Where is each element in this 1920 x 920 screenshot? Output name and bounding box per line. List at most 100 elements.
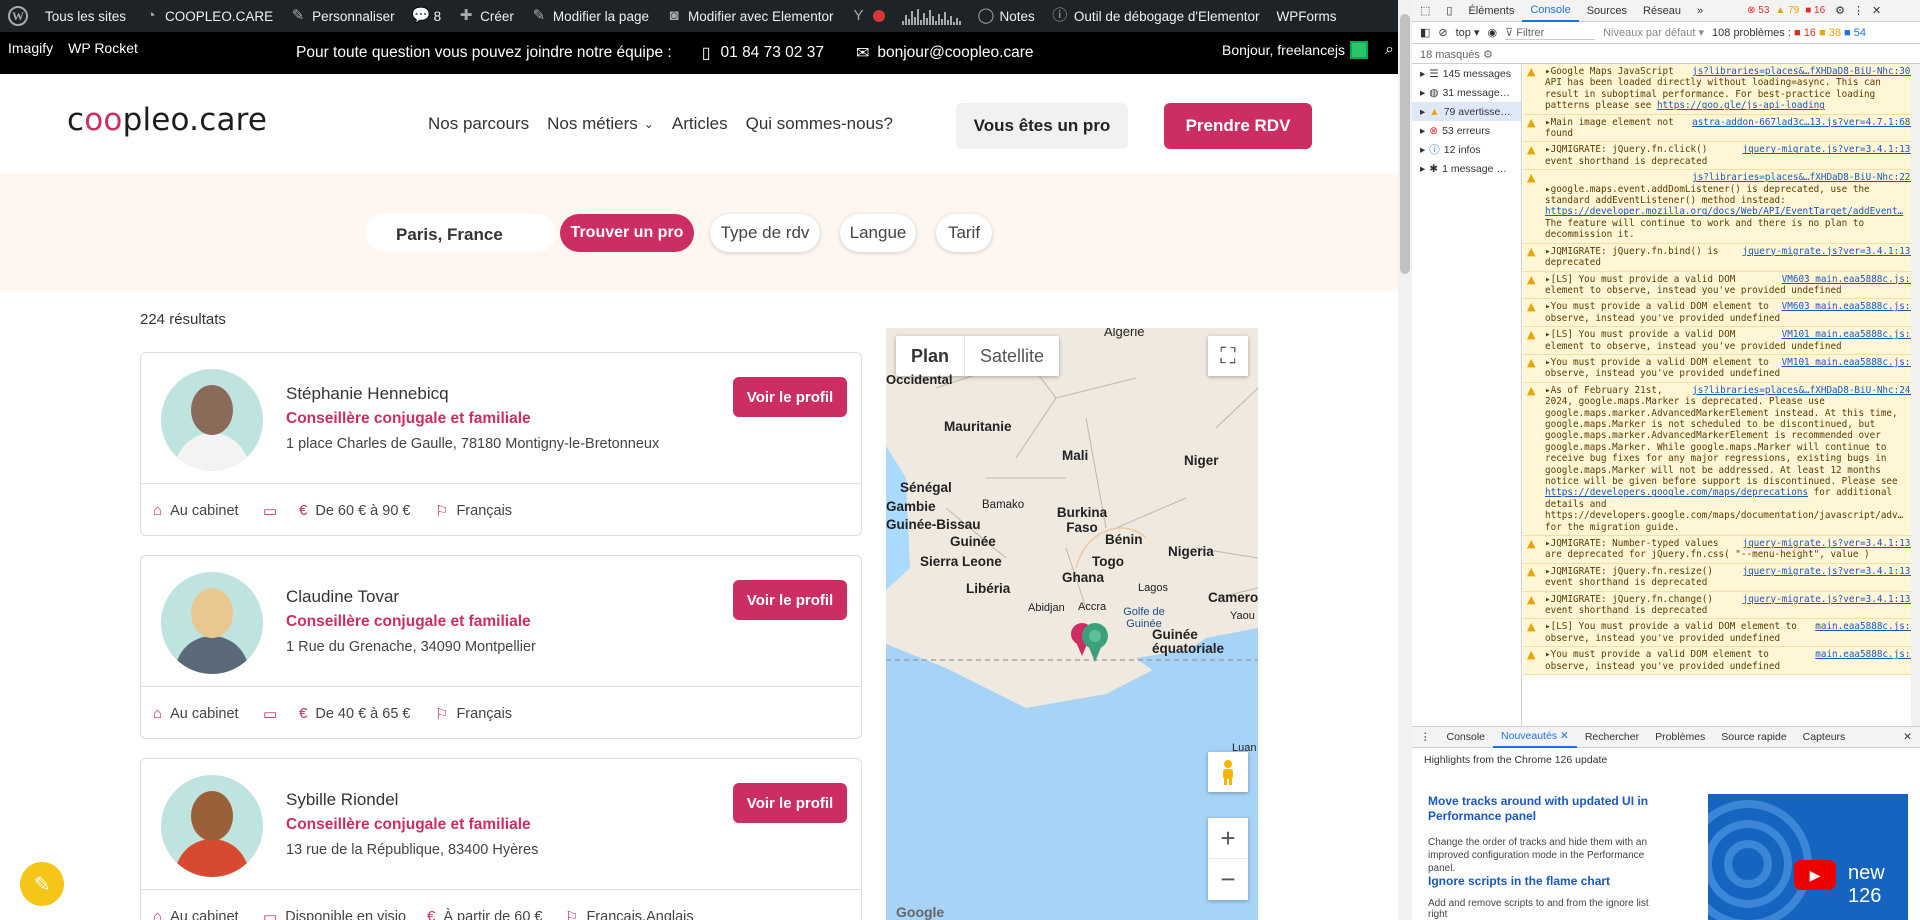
news-heading[interactable]: Ignore scripts in the flame chart (1428, 874, 1610, 888)
view-profile-button[interactable]: Voir le profil (733, 580, 847, 620)
error-count-badge[interactable]: ⊗ 53 (1747, 5, 1769, 16)
log-entry[interactable]: ▲ astra-addon-667lad3c…13.js?ver=4.7.1:68… (1523, 114, 1920, 143)
close-icon[interactable]: ✕ (1895, 726, 1920, 748)
admin-item-customize[interactable]: ✎ Personnaliser (290, 0, 395, 32)
phone-number[interactable]: 01 84 73 02 37 (721, 44, 824, 62)
settings-gear-icon[interactable]: ⚙ (1483, 49, 1493, 61)
admin-item-yoast[interactable]: Y (851, 0, 885, 32)
log-entry[interactable]: ▲ jquery-migrate.js?ver=3.4.1:136 ▸JQMIGRA… (1523, 536, 1920, 564)
admin-item-edit-page[interactable]: ✎ Modifier la page (531, 0, 649, 32)
search-icon[interactable]: ⌕ (1385, 41, 1394, 59)
book-appointment-button[interactable]: Prendre RDV (1164, 103, 1312, 149)
map-panel[interactable]: Plan Satellite ⛶ Algérie Occidental Maur… (886, 328, 1258, 920)
kebab-menu-icon[interactable]: ⋮ (1853, 4, 1864, 17)
settings-gear-icon[interactable]: ⚙ (1835, 4, 1845, 17)
filter-language[interactable]: Langue (840, 214, 916, 252)
drawer-tab-quick-source[interactable]: Source rapide (1713, 726, 1794, 748)
admin-item-elementor-debug[interactable]: ⓘ Outil de débogage d'Elementor (1052, 0, 1259, 32)
find-pro-button[interactable]: Trouver un pro (560, 214, 694, 252)
admin-item-comments[interactable]: 💬 8 (412, 0, 442, 32)
imagify-link[interactable]: Imagify (8, 40, 53, 56)
sidebar-item-errors[interactable]: ▸ ⊗ 53 erreurs (1412, 121, 1521, 140)
issue-count-badge[interactable]: ■ 16 (1805, 5, 1825, 16)
log-entry[interactable]: ▲ js?libraries=places&…fXHDaD8-BiU-Nhc:24… (1523, 382, 1920, 537)
sidebar-item-verbose[interactable]: ▸ ✱ 1 message … (1412, 159, 1521, 178)
eye-icon[interactable]: ◉ (1488, 26, 1498, 39)
log-entry[interactable]: ▲ jquery-migrate.js?ver=3.4.1:136 ▸JQMIGRA… (1523, 591, 1920, 620)
nav-parcours[interactable]: Nos parcours (428, 114, 529, 134)
admin-item-notes[interactable]: ◯ Notes (978, 0, 1035, 32)
drawer-tab-console[interactable]: Console (1439, 726, 1494, 748)
drawer-tab-sensors[interactable]: Capteurs (1795, 726, 1854, 748)
log-entry[interactable]: ▲ js?libraries=places&…fXHDaD8-BiU-Nhc:22… (1523, 170, 1920, 244)
drawer-tab-search[interactable]: Rechercher (1577, 726, 1647, 748)
inspect-icon[interactable]: ⬚ (1412, 0, 1438, 22)
chat-fab[interactable]: ✎ (20, 862, 64, 906)
pro-name[interactable]: Claudine Tovar (286, 587, 399, 607)
context-select[interactable]: top ▾ (1456, 26, 1480, 39)
scrollbar-thumb[interactable] (1400, 14, 1410, 274)
log-entry[interactable]: ▲ jquery-migrate.js?ver=3.4.1:136 ▸JQMIGRA… (1523, 243, 1920, 272)
log-entry[interactable]: ▲ main.eaa5888c.js:2 ▸[LS] You must provid… (1523, 619, 1920, 648)
more-tabs-icon[interactable]: » (1689, 0, 1711, 22)
drawer-tab-whats-new[interactable]: Nouveautés ✕ (1493, 726, 1577, 748)
nav-articles[interactable]: Articles (672, 114, 728, 134)
log-entry[interactable]: ▲ jquery-migrate.js?ver=3.4.1:136 ▸JQMIGRA… (1523, 563, 1920, 592)
close-icon[interactable]: ✕ (1872, 4, 1881, 17)
tab-elements[interactable]: Éléments (1460, 0, 1522, 22)
filter-input[interactable]: ⊽ Filtrer (1505, 26, 1596, 40)
tab-sources[interactable]: Sources (1579, 0, 1635, 22)
console-scrollbar[interactable] (1911, 64, 1920, 726)
pro-button[interactable]: Vous êtes un pro (956, 103, 1128, 149)
wp-logo-item[interactable]: W (8, 0, 28, 32)
map-tab-plan[interactable]: Plan (896, 336, 964, 376)
wp-rocket-link[interactable]: WP Rocket (68, 40, 138, 56)
page-scrollbar[interactable] (1398, 0, 1412, 920)
log-entry[interactable]: ▲ js?libraries=places&…fXHDaD8-BiU-Nhc:30… (1523, 64, 1920, 115)
admin-item-new[interactable]: ✚ Créer (458, 0, 514, 32)
view-profile-button[interactable]: Voir le profil (733, 377, 847, 417)
play-icon[interactable]: ▶ (1794, 860, 1836, 890)
admin-item-elementor[interactable]: ◙ Modifier avec Elementor (666, 0, 833, 32)
sidebar-toggle-icon[interactable]: ◧ (1420, 26, 1430, 39)
news-heading[interactable]: Move tracks around with updated UI in Pe… (1428, 794, 1668, 824)
admin-item-wpforms[interactable]: WPForms (1277, 0, 1337, 32)
admin-item-all-sites[interactable]: Tous les sites (45, 0, 126, 32)
pro-name[interactable]: Sybille Riondel (286, 790, 398, 810)
nav-about[interactable]: Qui sommes-nous? (746, 114, 893, 134)
pro-name[interactable]: Stéphanie Hennebicq (286, 384, 449, 404)
problems-counter[interactable]: 108 problèmes : ■ 16 ■ 38 ■ 54 (1712, 27, 1866, 39)
device-toggle-icon[interactable]: ▯ (1438, 0, 1460, 22)
sidebar-item-messages[interactable]: ▸ ☰ 145 messages (1412, 64, 1521, 83)
email-address[interactable]: bonjour@coopleo.care (877, 44, 1033, 62)
sidebar-item-info[interactable]: ▸ ⓘ 12 infos (1412, 140, 1521, 159)
tab-network[interactable]: Réseau (1635, 0, 1689, 22)
filter-price[interactable]: Tarif (936, 214, 992, 252)
drawer-menu-icon[interactable]: ⋮ (1412, 726, 1439, 748)
close-icon[interactable]: ✕ (1560, 730, 1569, 742)
zoom-out-button[interactable]: − (1208, 859, 1248, 900)
log-entry[interactable]: ▲ jquery-migrate.js?ver=3.4.1:136 ▸JQMIGRA… (1523, 142, 1920, 171)
nav-metiers[interactable]: Nos métiers ⌄ (547, 114, 654, 134)
levels-select[interactable]: Niveaux par défaut ▾ (1603, 26, 1704, 39)
zoom-in-button[interactable]: + (1208, 818, 1248, 859)
user-greeting[interactable]: Bonjour, freelancejs ⌕ (1222, 41, 1394, 59)
log-entry[interactable]: ▲ main.eaa5888c.js:2 ▸You must provide a v… (1523, 647, 1920, 676)
log-entry[interactable]: ▲ VM101 main.eaa5888c.js:2 ▸[LS] You must … (1523, 327, 1920, 355)
warning-count-badge[interactable]: ▲ 79 (1775, 5, 1799, 16)
filter-type-rdv[interactable]: Type de rdv (710, 214, 820, 252)
admin-item-query-monitor[interactable] (901, 0, 961, 32)
tab-console[interactable]: Console (1522, 0, 1579, 22)
view-profile-button[interactable]: Voir le profil (733, 783, 847, 823)
promo-video[interactable]: ▶ new 126 (1708, 794, 1908, 920)
log-entry[interactable]: ▲ VM603 main.eaa5888c.js:2 ▸[LS] You must … (1523, 271, 1920, 300)
location-input[interactable]: Paris, France (366, 214, 556, 252)
drawer-tab-issues[interactable]: Problèmes (1647, 726, 1713, 748)
fullscreen-icon[interactable]: ⛶ (1208, 336, 1248, 376)
map-tab-satellite[interactable]: Satellite (964, 336, 1059, 376)
admin-item-site[interactable]: ◔ COOPLEO.CARE (143, 0, 274, 32)
clear-console-icon[interactable]: ⊘ (1438, 26, 1447, 39)
log-entry[interactable]: ▲ VM603 main.eaa5888c.js:2 ▸You must provi… (1523, 299, 1920, 328)
site-logo[interactable]: coopleo.care (67, 102, 267, 138)
street-view-pegman-icon[interactable] (1208, 752, 1248, 792)
